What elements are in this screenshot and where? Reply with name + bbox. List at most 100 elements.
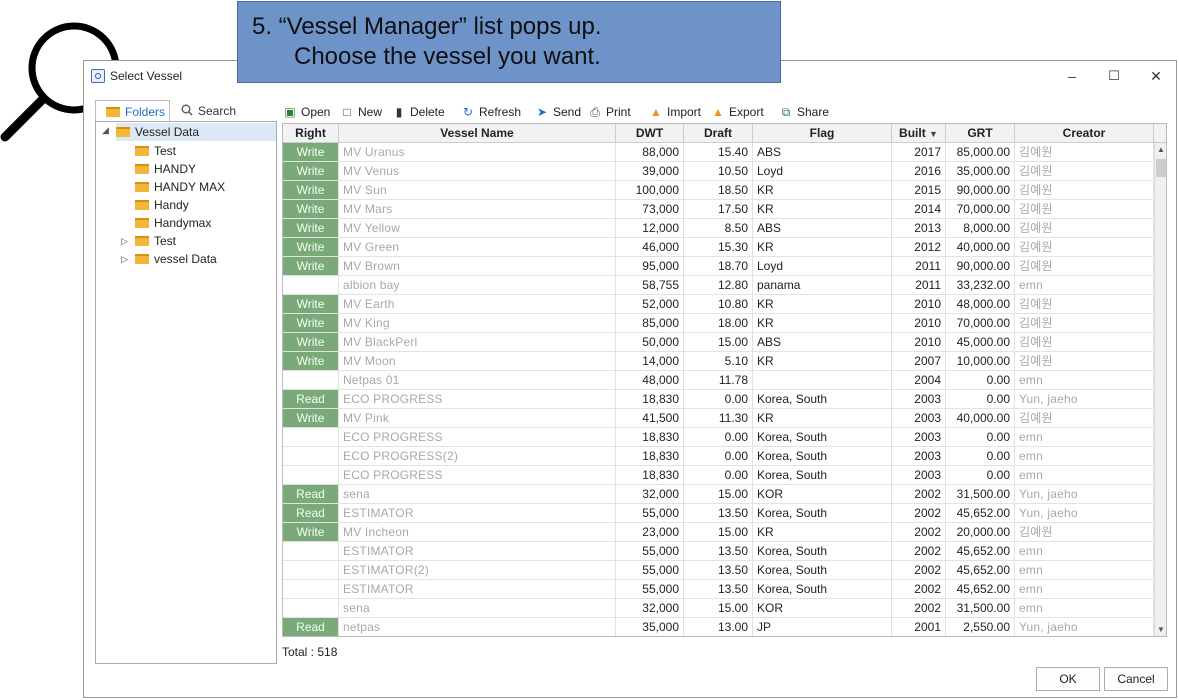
table-row[interactable]: ECO PROGRESS 18,830 0.00 Korea, South 2003 0.… (283, 428, 1154, 447)
open-button[interactable]: ▣ Open (284, 103, 330, 121)
table-row[interactable]: Write MV Brown 95,000 18.70 Loyd 2011 90,000.0… (283, 257, 1154, 276)
cell-draft: 17.50 (684, 200, 753, 218)
table-row[interactable]: Write MV BlackPerl 50,000 15.00 ABS 2010 45,00… (283, 333, 1154, 352)
table-row[interactable]: Netpas 01 48,000 11.78 2004 0.00 emn (283, 371, 1154, 390)
send-button[interactable]: ➤ Send (536, 103, 581, 121)
cell-creator: 김예원 (1015, 200, 1154, 218)
folder-icon (135, 200, 149, 210)
table-row[interactable]: Read netpas 35,000 13.00 JP 2001 2,550.00 Yun, … (283, 618, 1154, 636)
scroll-up-icon[interactable]: ▲ (1155, 143, 1166, 157)
table-row[interactable]: Write MV Moon 14,000 5.10 KR 2007 10,000.00 김예원 (283, 352, 1154, 371)
column-header-flag[interactable]: Flag (753, 124, 892, 142)
table-row[interactable]: ECO PROGRESS 18,830 0.00 Korea, South 2003 0.… (283, 466, 1154, 485)
table-row[interactable]: Write MV Earth 52,000 10.80 KR 2010 48,000.00 김… (283, 295, 1154, 314)
expand-arrow-icon[interactable]: ▷ (121, 254, 128, 265)
import-button[interactable]: ▲ Import (650, 103, 701, 121)
table-row[interactable]: Write MV King 85,000 18.00 KR 2010 70,000.00 김예… (283, 314, 1154, 333)
vertical-scrollbar[interactable]: ▲ ▼ (1154, 143, 1166, 636)
table-row[interactable]: ESTIMATOR 55,000 13.50 Korea, South 2002 45,6… (283, 580, 1154, 599)
print-button[interactable]: ⎙ Print (589, 103, 631, 121)
cell-creator: emn (1015, 276, 1154, 294)
cancel-button[interactable]: Cancel (1104, 667, 1168, 691)
export-icon: ▲ (712, 105, 724, 119)
cell-draft: 13.50 (684, 561, 753, 579)
select-vessel-dialog: Select Vessel – ☐ ✕ Folders Search ◢ Ves… (83, 60, 1177, 698)
cell-grt: 45,000.00 (946, 333, 1015, 351)
table-row[interactable]: Write MV Incheon 23,000 15.00 KR 2002 20,000.0… (283, 523, 1154, 542)
table-row[interactable]: Write MV Pink 41,500 11.30 KR 2003 40,000.00 김예… (283, 409, 1154, 428)
cell-flag: ABS (753, 219, 892, 237)
table-row[interactable]: ESTIMATOR(2) 55,000 13.50 Korea, South 2002 4… (283, 561, 1154, 580)
tree-item-test[interactable]: Test (135, 142, 176, 160)
table-row[interactable]: Write MV Mars 73,000 17.50 KR 2014 70,000.00 김예… (283, 200, 1154, 219)
column-header-built[interactable]: Built ▼ (892, 124, 946, 142)
tree-item-handy-upper[interactable]: HANDY (135, 160, 196, 178)
tree-item-test-collapsed[interactable]: Test (135, 232, 176, 250)
column-header-right[interactable]: Right (283, 124, 339, 142)
cell-draft: 0.00 (684, 390, 753, 408)
cell-name: MV Sun (339, 181, 616, 199)
ok-button[interactable]: OK (1036, 667, 1100, 691)
folder-icon (135, 164, 149, 174)
cell-creator: emn (1015, 371, 1154, 389)
close-button[interactable]: ✕ (1146, 67, 1166, 85)
share-icon: ⧉ (781, 105, 791, 119)
tab-folders[interactable]: Folders (95, 100, 170, 122)
cell-draft: 8.50 (684, 219, 753, 237)
scroll-thumb[interactable] (1156, 159, 1166, 177)
cell-right: Write (283, 314, 339, 332)
table-row[interactable]: Write MV Sun 100,000 18.50 KR 2015 90,000.00 김예… (283, 181, 1154, 200)
cell-draft: 10.50 (684, 162, 753, 180)
cell-name: netpas (339, 618, 616, 636)
share-button[interactable]: ⧉ Share (780, 103, 829, 121)
cell-draft: 10.80 (684, 295, 753, 313)
table-row[interactable]: Write MV Uranus 88,000 15.40 ABS 2017 85,000.0… (283, 143, 1154, 162)
cell-dwt: 88,000 (616, 143, 684, 161)
cell-name: sena (339, 485, 616, 503)
cell-draft: 13.50 (684, 542, 753, 560)
table-row[interactable]: Write MV Green 46,000 15.30 KR 2012 40,000.00 김… (283, 238, 1154, 257)
table-row[interactable]: sena 32,000 15.00 KOR 2002 31,500.00 emn (283, 599, 1154, 618)
tree-item-vessel-data-sub[interactable]: vessel Data (135, 250, 217, 268)
table-row[interactable]: Read sena 32,000 15.00 KOR 2002 31,500.00 Yun, … (283, 485, 1154, 504)
maximize-button[interactable]: ☐ (1104, 67, 1124, 85)
table-row[interactable]: Read ESTIMATOR 55,000 13.50 Korea, South 2002… (283, 504, 1154, 523)
tree-item-handy[interactable]: Handy (135, 196, 189, 214)
cell-creator: 김예원 (1015, 219, 1154, 237)
column-header-grt[interactable]: GRT (946, 124, 1015, 142)
cell-built: 2002 (892, 504, 946, 522)
table-row[interactable]: Write MV Venus 39,000 10.50 Loyd 2016 35,000.0… (283, 162, 1154, 181)
cell-built: 2003 (892, 447, 946, 465)
expand-arrow-icon[interactable]: ▷ (121, 236, 128, 247)
table-row[interactable]: ESTIMATOR 55,000 13.50 Korea, South 2002 45,6… (283, 542, 1154, 561)
cell-built: 2007 (892, 352, 946, 370)
column-header-draft[interactable]: Draft (684, 124, 753, 142)
cell-creator: emn (1015, 542, 1154, 560)
export-button[interactable]: ▲ Export (712, 103, 764, 121)
table-row[interactable]: albion bay 58,755 12.80 panama 2011 33,232.00… (283, 276, 1154, 295)
column-header-dwt[interactable]: DWT (616, 124, 684, 142)
cell-name: ESTIMATOR(2) (339, 561, 616, 579)
tree-item-vessel-data[interactable]: Vessel Data (116, 123, 276, 141)
cell-name: ECO PROGRESS(2) (339, 447, 616, 465)
table-row[interactable]: Write MV Yellow 12,000 8.50 ABS 2013 8,000.00 김… (283, 219, 1154, 238)
cell-name: MV BlackPerl (339, 333, 616, 351)
refresh-button[interactable]: ↻ Refresh (462, 103, 521, 121)
column-header-vessel-name[interactable]: Vessel Name (339, 124, 616, 142)
cell-grt: 35,000.00 (946, 162, 1015, 180)
folder-icon (135, 218, 149, 228)
minimize-button[interactable]: – (1062, 67, 1082, 85)
cell-creator: 김예원 (1015, 523, 1154, 541)
table-row[interactable]: Read ECO PROGRESS 18,830 0.00 Korea, South 20… (283, 390, 1154, 409)
delete-button[interactable]: ▮ Delete (393, 103, 445, 121)
scroll-down-icon[interactable]: ▼ (1155, 623, 1166, 636)
column-header-creator[interactable]: Creator (1015, 124, 1154, 142)
tree-item-handy-max-upper[interactable]: HANDY MAX (135, 178, 225, 196)
new-button[interactable]: □ New (341, 103, 382, 121)
cell-name: MV Moon (339, 352, 616, 370)
collapse-arrow-icon[interactable]: ◢ (102, 125, 109, 136)
tree-item-handymax[interactable]: Handymax (135, 214, 211, 232)
cell-draft: 0.00 (684, 466, 753, 484)
tab-search[interactable]: Search (181, 100, 261, 122)
table-row[interactable]: ECO PROGRESS(2) 18,830 0.00 Korea, South 200… (283, 447, 1154, 466)
